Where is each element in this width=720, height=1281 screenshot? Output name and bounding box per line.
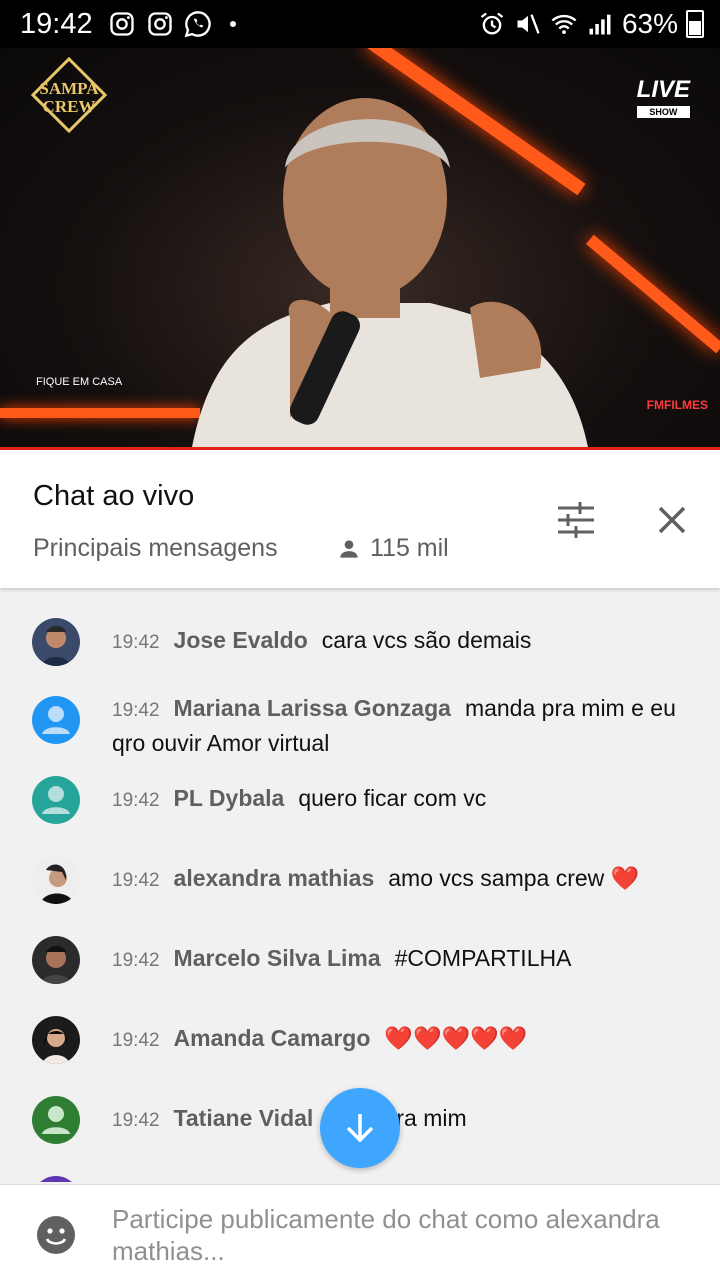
message-author[interactable]: Jose Evaldo <box>174 627 308 653</box>
filter-settings-button[interactable] <box>554 498 598 542</box>
message-author[interactable]: Tatiane Vidal <box>174 1105 314 1131</box>
default-avatar-icon <box>42 706 70 734</box>
message-author[interactable]: PL Dybala <box>174 785 285 811</box>
message-time: 19:42 <box>112 870 160 891</box>
default-avatar-icon <box>42 786 70 814</box>
default-avatar-icon <box>42 1106 70 1134</box>
message-time: 19:42 <box>112 1030 160 1051</box>
mute-icon <box>517 14 540 34</box>
live-show-logo: LIVE SHOW <box>636 76 690 118</box>
performer-image <box>191 98 589 450</box>
avatar[interactable] <box>32 618 80 666</box>
message-author[interactable]: Marcelo Silva Lima <box>174 945 381 971</box>
message-text: amo vcs sampa crew <box>388 865 605 891</box>
message-author[interactable]: Mariana Larissa Gonzaga <box>174 695 451 721</box>
scroll-to-bottom-button[interactable] <box>320 1088 400 1168</box>
avatar[interactable] <box>32 696 80 744</box>
message-time: 19:42 <box>112 790 160 811</box>
emoji-button[interactable] <box>36 1215 76 1255</box>
signal-icon <box>589 14 611 35</box>
video-player[interactable]: SAMPA CREW LIVE SHOW FIQUE EM CASA FMFIL… <box>0 48 720 450</box>
avatar[interactable] <box>32 1176 80 1182</box>
avatar[interactable] <box>32 1016 80 1064</box>
message-author[interactable]: alexandra mathias <box>174 865 375 891</box>
message-time: 19:42 <box>112 632 160 653</box>
wifi-icon <box>551 14 577 35</box>
message-text: #COMPARTILHA <box>394 945 572 971</box>
notification-icons <box>108 10 236 38</box>
arrow-down-icon <box>346 1114 374 1143</box>
message-time: 19:42 <box>112 950 160 971</box>
battery-percent: 63% <box>621 8 678 39</box>
viewer-count-label: 115 mil <box>370 534 449 562</box>
avatar[interactable] <box>32 1096 80 1144</box>
sampa-crew-logo: SAMPA CREW <box>30 56 108 134</box>
status-bar: 19:42 63% <box>0 0 720 48</box>
alarm-icon <box>480 12 504 35</box>
message-time: 19:42 <box>112 700 160 721</box>
battery-icon <box>686 10 704 38</box>
close-chat-button[interactable] <box>652 500 692 540</box>
avatar[interactable] <box>32 856 80 904</box>
heart-emoji: ❤️ <box>610 865 640 891</box>
chat-input-bar: Participe publicamente do chat como alex… <box>0 1184 720 1281</box>
message-author[interactable]: Amanda Camargo <box>174 1025 371 1051</box>
chat-mode-selector[interactable]: Principais mensagens <box>33 534 278 563</box>
instagram-icon <box>110 12 134 36</box>
viewer-count: 115 mil <box>336 534 449 563</box>
avatar[interactable] <box>32 936 80 984</box>
message-text: cara vcs são demais <box>321 627 532 653</box>
chat-input[interactable]: Participe publicamente do chat como alex… <box>112 1203 672 1267</box>
message-text: quero ficar com vc <box>298 785 487 811</box>
person-icon <box>340 539 358 558</box>
more-notifications-dot <box>230 21 236 27</box>
instagram-icon <box>148 12 172 36</box>
avatar[interactable] <box>32 776 80 824</box>
fmfilmes-watermark: FMFILMES <box>646 398 708 412</box>
system-icons: 63% <box>478 8 704 40</box>
chat-header: Chat ao vivo Principais mensagens 115 mi… <box>0 450 720 588</box>
fique-em-casa-badge: FIQUE EM CASA <box>36 376 123 388</box>
message-time: 19:42 <box>112 1110 160 1131</box>
status-time: 19:42 <box>20 8 93 40</box>
whatsapp-icon <box>184 11 211 38</box>
chat-title: Chat ao vivo <box>33 480 195 512</box>
heart-emoji: ❤️❤️❤️❤️❤️ <box>384 1025 528 1051</box>
